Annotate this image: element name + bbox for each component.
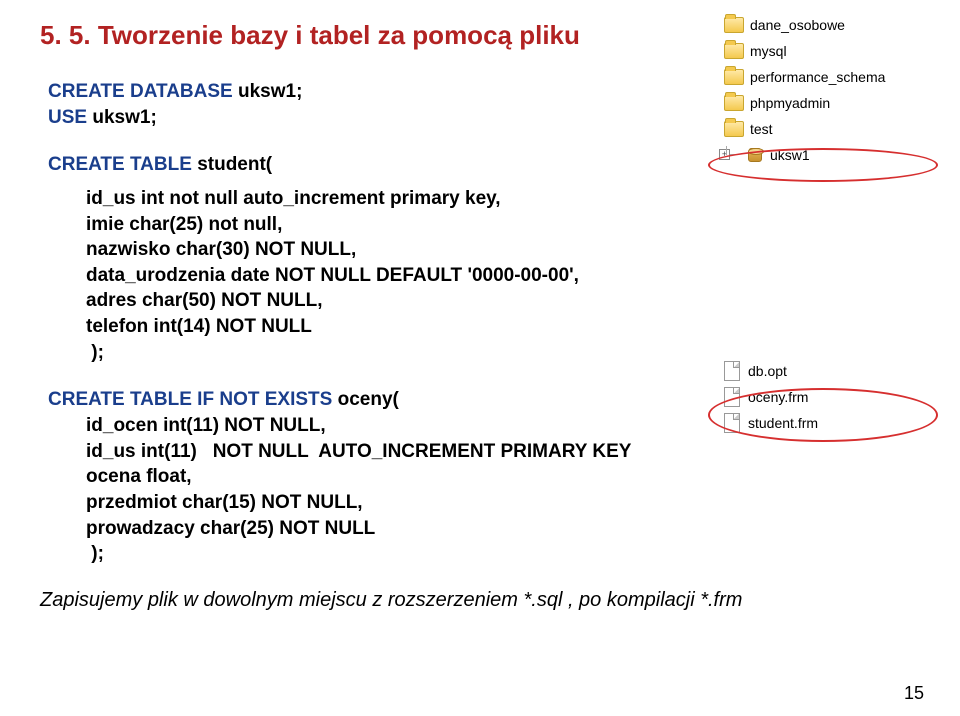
file-item[interactable]: db.opt: [724, 358, 924, 384]
folder-item[interactable]: test: [724, 116, 924, 142]
folder-item[interactable]: mysql: [724, 38, 924, 64]
file-label: db.opt: [748, 363, 787, 379]
folder-item[interactable]: phpmyadmin: [724, 90, 924, 116]
folder-icon: [724, 121, 744, 137]
footer-note: Zapisujemy plik w dowolnym miejscu z roz…: [40, 589, 920, 612]
folder-label: mysql: [750, 43, 787, 59]
folder-item[interactable]: performance_schema: [724, 64, 924, 90]
file-browser: dane_osobowe mysql performance_schema ph…: [724, 12, 924, 436]
highlight-ellipse: [708, 388, 938, 442]
file-icon: [724, 361, 740, 381]
highlight-ellipse: [708, 148, 938, 182]
folder-label: dane_osobowe: [750, 17, 845, 33]
folder-icon: [724, 95, 744, 111]
folder-icon: [724, 69, 744, 85]
folder-label: performance_schema: [750, 69, 885, 85]
page-number: 15: [904, 683, 924, 704]
folder-item[interactable]: dane_osobowe: [724, 12, 924, 38]
folder-icon: [724, 17, 744, 33]
folder-icon: [724, 43, 744, 59]
folder-label: test: [750, 121, 773, 137]
folder-label: phpmyadmin: [750, 95, 830, 111]
